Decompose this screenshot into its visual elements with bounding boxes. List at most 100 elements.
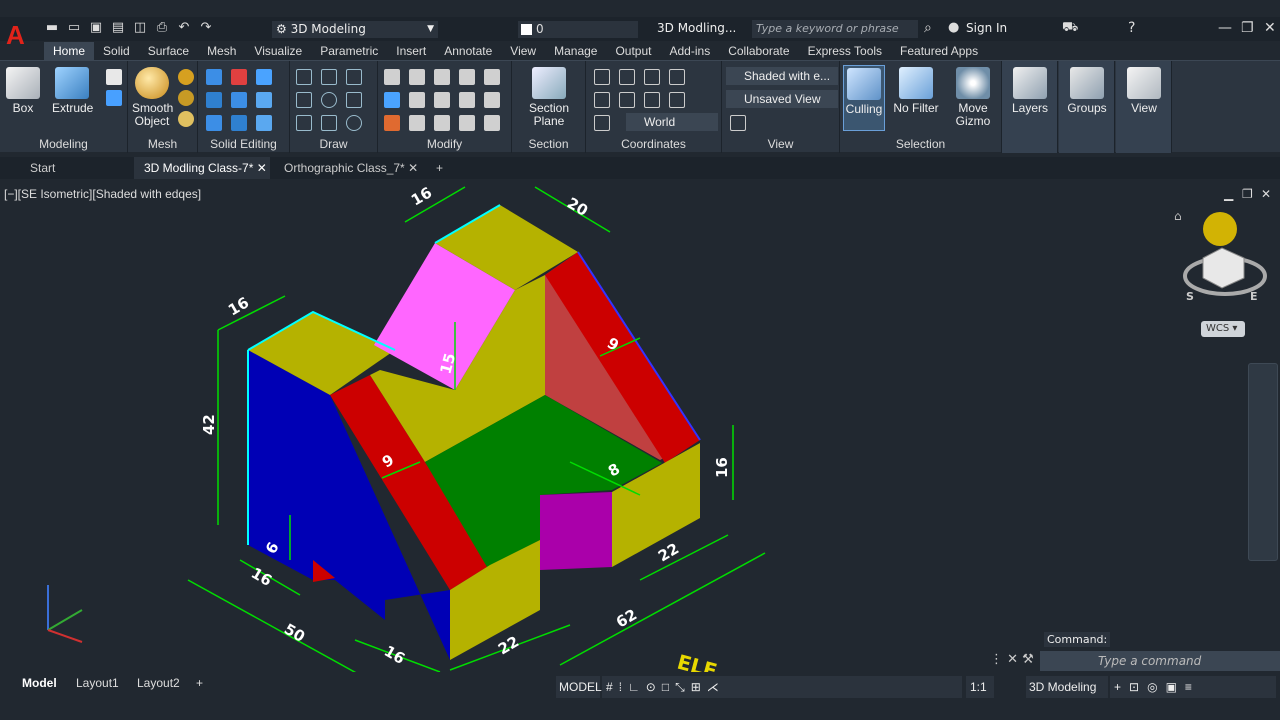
help-icon[interactable]: ? [1128,20,1135,36]
trim-icon[interactable] [484,69,500,85]
print-icon[interactable]: ⎙ [154,20,170,36]
isolate-icon[interactable]: ⊡ [1129,680,1147,694]
minimize-icon[interactable]: — [1218,20,1232,36]
erase-icon[interactable] [384,115,400,131]
ucs-3point-icon[interactable] [644,92,660,108]
undo-icon[interactable]: ↶ [176,20,192,36]
search-input[interactable]: Type a keyword or phrase [752,20,918,38]
osnap-icon[interactable]: □ [662,680,675,694]
view-button[interactable]: View [1122,67,1166,115]
add-layout-icon[interactable]: + [196,676,203,690]
tab-view[interactable]: View [501,42,545,60]
plus-icon[interactable]: + [1114,680,1129,694]
polyline-icon[interactable] [321,69,337,85]
ucs-face-icon[interactable] [669,69,685,85]
user-icon[interactable]: ● [948,20,959,35]
scale-icon[interactable] [459,92,475,108]
grid-icon[interactable]: # [606,680,619,694]
tab-collaborate[interactable]: Collaborate [719,42,798,60]
new-tab-icon[interactable]: + [426,157,450,179]
tab-manage[interactable]: Manage [545,42,606,60]
tab-featured-apps[interactable]: Featured Apps [891,42,987,60]
ucs-object-icon[interactable] [669,92,685,108]
tab-layout1[interactable]: Layout1 [76,676,119,690]
drawing-viewport[interactable]: [−][SE Isometric][Shaded with edqes] ▁ ❐… [0,179,1280,672]
tab-insert[interactable]: Insert [387,42,435,60]
workspace-dropdown[interactable]: ⚙ 3D Modeling ▼ [272,21,438,38]
shell-icon[interactable] [231,115,247,131]
rotate-icon[interactable] [409,92,425,108]
presspull-icon[interactable] [106,69,122,85]
annotation-icon[interactable]: ⋌ [707,680,725,694]
tab-home[interactable]: Home [44,42,95,60]
move-icon[interactable] [409,69,425,85]
fillet-icon[interactable] [484,92,500,108]
offset-icon[interactable] [459,115,475,131]
box-button[interactable]: Box [6,67,40,115]
close-icon[interactable]: ✕ [1264,20,1276,36]
ucs-icon[interactable] [594,69,610,85]
camera-icon[interactable] [730,115,746,131]
ucs-x-icon[interactable] [644,69,660,85]
named-view-dropdown[interactable]: Unsaved View [726,90,838,108]
ucs-world-icon[interactable] [594,92,610,108]
tab-surface[interactable]: Surface [139,42,198,60]
maximize-icon[interactable]: ❐ [1241,20,1254,36]
annotation-scale[interactable]: 1:1 [966,676,994,698]
polar-icon[interactable]: ⊙ [646,680,662,694]
ucs-view-icon[interactable] [594,115,610,131]
no-filter-button[interactable]: No Filter [892,67,940,115]
interfere-icon[interactable] [206,115,222,131]
tab-model[interactable]: Model [22,676,57,690]
ucs-origin-icon[interactable] [619,69,635,85]
subtract-icon[interactable] [231,69,247,85]
section-plane-button[interactable]: Section Plane [526,67,572,128]
mesh-smooth-icon[interactable] [178,69,194,85]
customize-icon[interactable]: ≡ [1185,680,1200,694]
align-icon[interactable] [409,115,425,131]
slice-icon[interactable] [206,92,222,108]
viewcube[interactable]: S E [1183,212,1267,303]
autocad-logo[interactable]: A [6,20,36,52]
ucs-y-icon[interactable] [619,92,635,108]
helix-icon[interactable] [346,92,362,108]
tab-visualize[interactable]: Visualize [245,42,311,60]
tab-start[interactable]: Start [20,157,132,179]
union-icon[interactable] [206,69,222,85]
panel-title-modify[interactable]: Modify [378,137,511,151]
separate-icon[interactable] [256,115,272,131]
selection-cycling-icon[interactable]: ⊞ [691,680,707,694]
layers-button[interactable]: Layers [1008,67,1052,115]
open-web-icon[interactable]: ◫ [132,20,148,36]
line-icon[interactable] [296,69,312,85]
panel-title-modeling[interactable]: Modeling [0,137,127,151]
hardware-accel-icon[interactable]: ◎ [1147,680,1165,694]
command-grip-icon[interactable]: ⋮ ✕ ⚒ [990,652,1034,667]
groups-button[interactable]: Groups [1065,67,1109,115]
intersect-icon[interactable] [256,69,272,85]
3d-rotate-icon[interactable] [434,92,450,108]
new-icon[interactable]: ▬ [44,20,60,36]
model-space-button[interactable]: MODEL [556,676,602,698]
layer-dropdown[interactable]: 0 [518,21,638,38]
rectangle-icon[interactable] [321,115,337,131]
tab-orthographic[interactable]: Orthographic Class_7* ✕ [274,157,422,179]
mirror-icon[interactable] [384,69,400,85]
3d-move-icon[interactable] [459,69,475,85]
tab-solid[interactable]: Solid [94,42,139,60]
tab-mesh[interactable]: Mesh [198,42,245,60]
extrude-button[interactable]: Extrude [52,67,93,115]
visual-style-dropdown[interactable]: Shaded with e... [726,67,838,85]
wcs-dropdown[interactable]: WCS ▾ [1201,321,1245,337]
search-icon[interactable]: ⌕ [924,20,932,36]
panel-title-view[interactable]: View [722,137,839,151]
navigation-bar[interactable] [1248,363,1278,561]
open-icon[interactable]: ▭ [66,20,82,36]
panel-title-coordinates[interactable]: Coordinates [586,137,721,151]
redo-icon[interactable]: ↷ [198,20,214,36]
panel-title-solid-editing[interactable]: Solid Editing [198,137,289,151]
ortho-icon[interactable]: ∟ [628,680,646,694]
close-tab-icon[interactable]: ✕ [257,161,267,175]
mesh-refine-icon[interactable] [178,90,194,106]
ucs-dropdown[interactable]: World [626,113,718,131]
